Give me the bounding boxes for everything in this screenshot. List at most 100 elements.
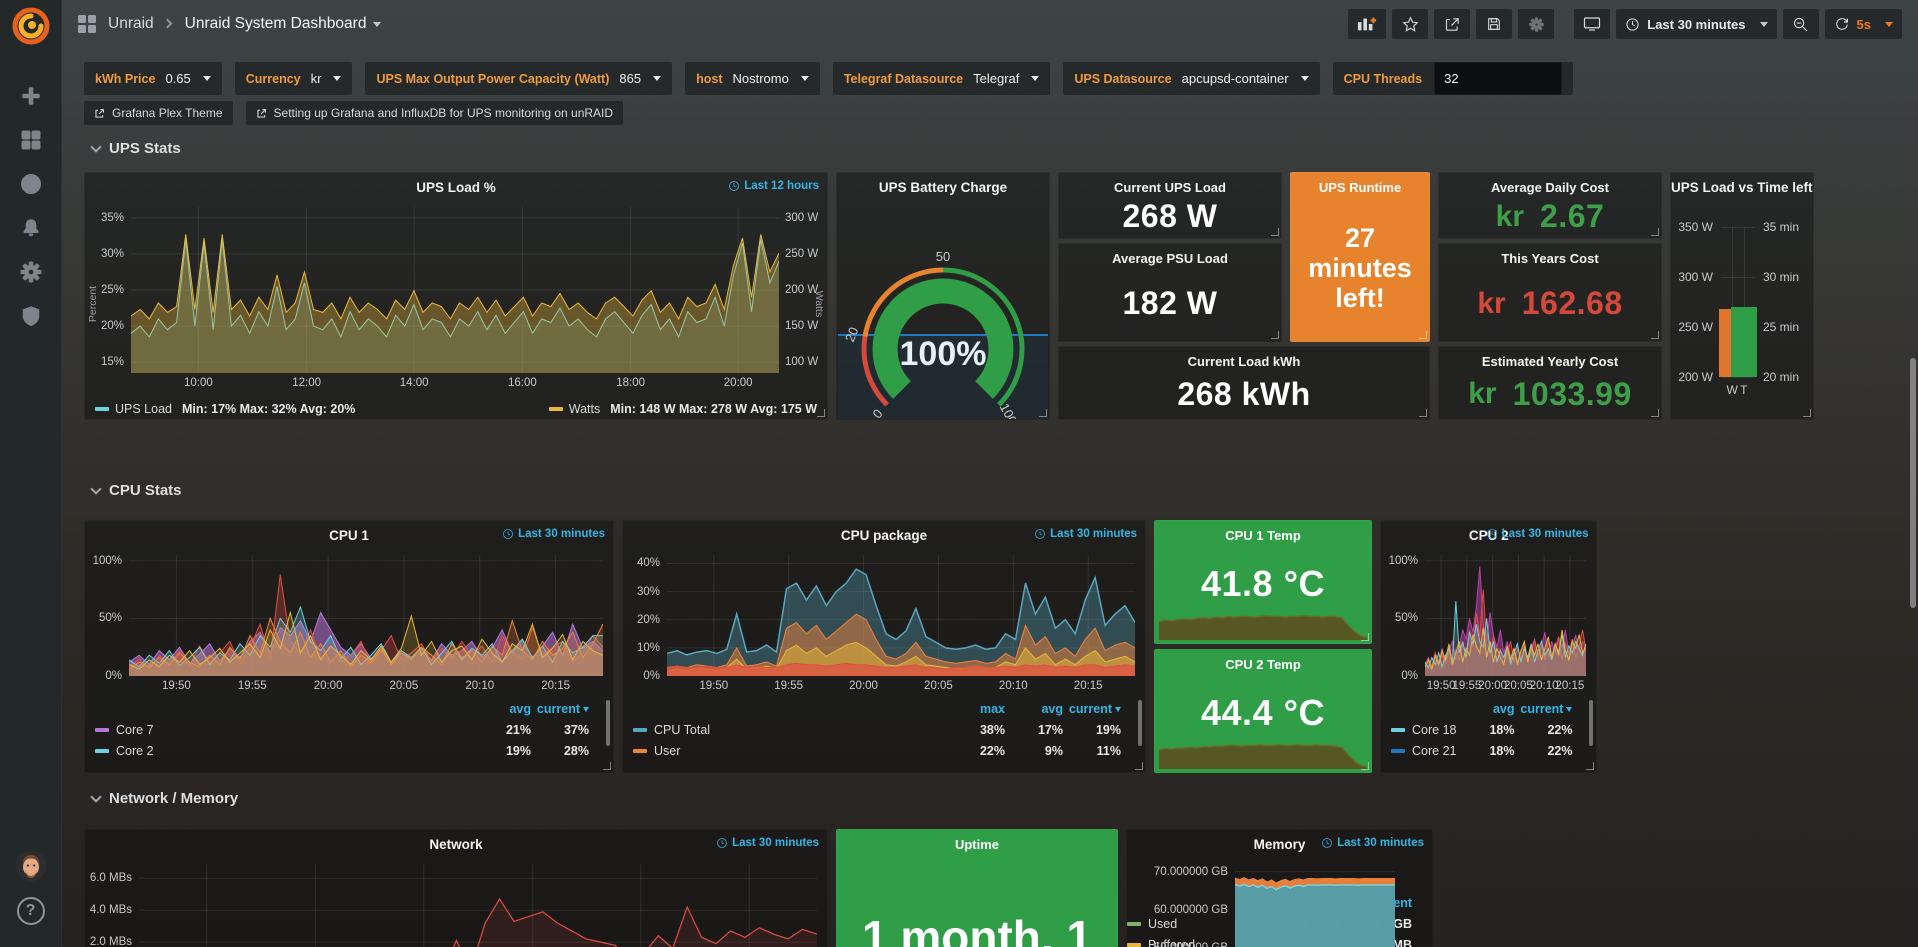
variable-cpu-threads: CPU Threads [1333, 62, 1574, 95]
panel-title[interactable]: Memory [1254, 837, 1306, 852]
add-panel-button[interactable] [1348, 9, 1386, 39]
panel-time-override[interactable]: Last 30 minutes [1486, 528, 1589, 540]
variable-kwh-price[interactable]: kWh Price 0.65 [84, 62, 222, 95]
panel-title[interactable]: UPS Load vs Time left [1671, 180, 1813, 195]
legend-col-avg[interactable]: avg [1005, 702, 1063, 716]
panel-header[interactable]: UPS Load vs Time left [1671, 173, 1813, 201]
y-axis-label-right: 300 W [785, 210, 829, 226]
legend-row: Core 7 21% 37% [95, 719, 603, 740]
panel-header[interactable]: CPU 2 Last 30 minutes [1381, 521, 1596, 549]
section-network-memory[interactable]: Network / Memory [92, 790, 238, 807]
network-plot[interactable] [139, 864, 817, 947]
breadcrumb-page-title[interactable]: Unraid System Dashboard [185, 15, 367, 33]
explore-compass-icon[interactable] [11, 164, 51, 204]
legend-col-current[interactable]: current [531, 702, 589, 716]
user-avatar[interactable] [16, 851, 46, 881]
legend-col-max[interactable]: max [947, 702, 1005, 716]
panel-title[interactable]: UPS Battery Charge [879, 180, 1007, 195]
panel-title[interactable]: Network [429, 837, 482, 852]
legend-series-name[interactable]: UPS Load [115, 402, 172, 416]
y-axis-label-right: 35 min [1763, 220, 1813, 234]
legend-scrollbar[interactable] [1138, 700, 1142, 746]
dashboards-icon[interactable] [11, 120, 51, 160]
settings-gear-button[interactable] [1518, 9, 1554, 39]
legend-series-name[interactable]: Core 7 [116, 723, 154, 737]
variable-host[interactable]: host Nostromo [685, 62, 820, 95]
legend-series-name[interactable]: Used [1148, 917, 1177, 931]
panel-time-override[interactable]: Last 12 hours [728, 180, 819, 192]
x-axis-label: 20:15 [526, 680, 586, 692]
tv-kiosk-button[interactable] [1574, 9, 1610, 39]
panel-header[interactable]: UPS Load % Last 12 hours [85, 173, 827, 201]
breadcrumb-app[interactable]: Unraid [108, 15, 154, 33]
panel-header[interactable]: UPS Battery Charge [837, 173, 1049, 201]
gauge-plot[interactable]: 02050100 [837, 201, 1049, 419]
package-plot[interactable] [667, 555, 1135, 676]
panel-title[interactable]: CPU 1 [329, 528, 369, 543]
legend-series-name[interactable]: User [654, 744, 680, 758]
configuration-gear-icon[interactable] [11, 252, 51, 292]
cpu1-plot[interactable] [129, 555, 603, 676]
x-axis-label: 20:15 [1058, 680, 1118, 692]
legend-col-current[interactable]: current [1063, 702, 1121, 716]
panel-title[interactable]: CPU package [841, 528, 927, 543]
bar-T[interactable] [1731, 307, 1757, 377]
alerting-bell-icon[interactable] [11, 208, 51, 248]
memory-plot[interactable] [1235, 864, 1395, 947]
help-icon[interactable]: ? [17, 897, 45, 925]
x-axis-label: 20:10 [450, 680, 510, 692]
section-cpu-stats[interactable]: CPU Stats [92, 482, 182, 499]
legend-col-avg[interactable]: avg [1456, 702, 1514, 716]
cpu2-plot[interactable] [1425, 555, 1586, 676]
share-button[interactable] [1434, 9, 1470, 39]
variable-currency[interactable]: Currency kr [235, 62, 353, 95]
refresh-picker[interactable]: 5s [1825, 9, 1902, 39]
panel-ups-runtime: UPS Runtime 27 minutes left! [1290, 172, 1430, 342]
variable-ups-max-power[interactable]: UPS Max Output Power Capacity (Watt) 865 [365, 62, 672, 95]
legend-series-name[interactable]: CPU Total [654, 723, 710, 737]
grafana-logo[interactable] [11, 6, 51, 46]
panel-time-override[interactable]: Last 30 minutes [502, 528, 605, 540]
legend-series-name[interactable]: Core 18 [1412, 723, 1456, 737]
legend-col-avg[interactable]: avg [473, 702, 531, 716]
variable-ups-datasource[interactable]: UPS Datasource apcupsd-container [1063, 62, 1319, 95]
clock-icon [1034, 528, 1046, 540]
panel-header[interactable]: CPU 1 Last 30 minutes [85, 521, 613, 549]
clock-icon [1321, 837, 1333, 849]
star-button[interactable] [1392, 9, 1428, 39]
panel-time-override[interactable]: Last 30 minutes [1034, 528, 1137, 540]
legend-row: Core 21 18% 22% [1391, 740, 1586, 761]
page-scrollbar[interactable] [1910, 358, 1916, 608]
variable-caret-icon [203, 76, 211, 81]
variable-telegraf-datasource[interactable]: Telegraf Datasource Telegraf [833, 62, 1051, 95]
legend-series-name[interactable]: Core 21 [1412, 744, 1456, 758]
legend-series-name[interactable]: Watts [569, 402, 600, 416]
panel-time-override[interactable]: Last 30 minutes [716, 837, 819, 849]
panel-title[interactable]: UPS Load % [416, 180, 496, 195]
stat-title: Current Load kWh [1188, 354, 1301, 369]
dashboard-title-caret-icon[interactable] [373, 22, 381, 27]
dashboard-picker-icon[interactable] [78, 15, 96, 33]
legend-scrollbar[interactable] [1589, 700, 1593, 746]
admin-shield-icon[interactable] [11, 296, 51, 336]
legend-col-current[interactable]: current [1514, 702, 1572, 716]
cpu2-temp-sparkline [1159, 743, 1367, 769]
link-ups-monitoring-guide[interactable]: Setting up Grafana and InfluxDB for UPS … [246, 101, 624, 125]
panel-header[interactable]: CPU package Last 30 minutes [623, 521, 1145, 549]
cpu-threads-input[interactable] [1434, 62, 1562, 95]
legend-series-name[interactable]: Core 2 [116, 744, 154, 758]
ups_load-plot[interactable] [131, 207, 779, 373]
zoom-out-button[interactable] [1783, 9, 1819, 39]
time-range-picker[interactable]: Last 30 minutes [1616, 9, 1776, 39]
panel-time-override[interactable]: Last 30 minutes [1321, 837, 1424, 849]
link-label: Setting up Grafana and InfluxDB for UPS … [274, 106, 614, 120]
legend-swatch [549, 407, 563, 411]
create-icon[interactable] [11, 76, 51, 116]
panel-cpu1-temp: CPU 1 Temp 41.8 °C [1154, 520, 1372, 644]
section-ups-stats[interactable]: UPS Stats [92, 140, 181, 157]
panel-header[interactable]: Network Last 30 minutes [85, 830, 827, 858]
panel-header[interactable]: Memory Last 30 minutes [1127, 830, 1432, 858]
legend-scrollbar[interactable] [606, 700, 610, 746]
link-grafana-plex-theme[interactable]: Grafana Plex Theme [84, 101, 233, 125]
save-button[interactable] [1476, 9, 1512, 39]
